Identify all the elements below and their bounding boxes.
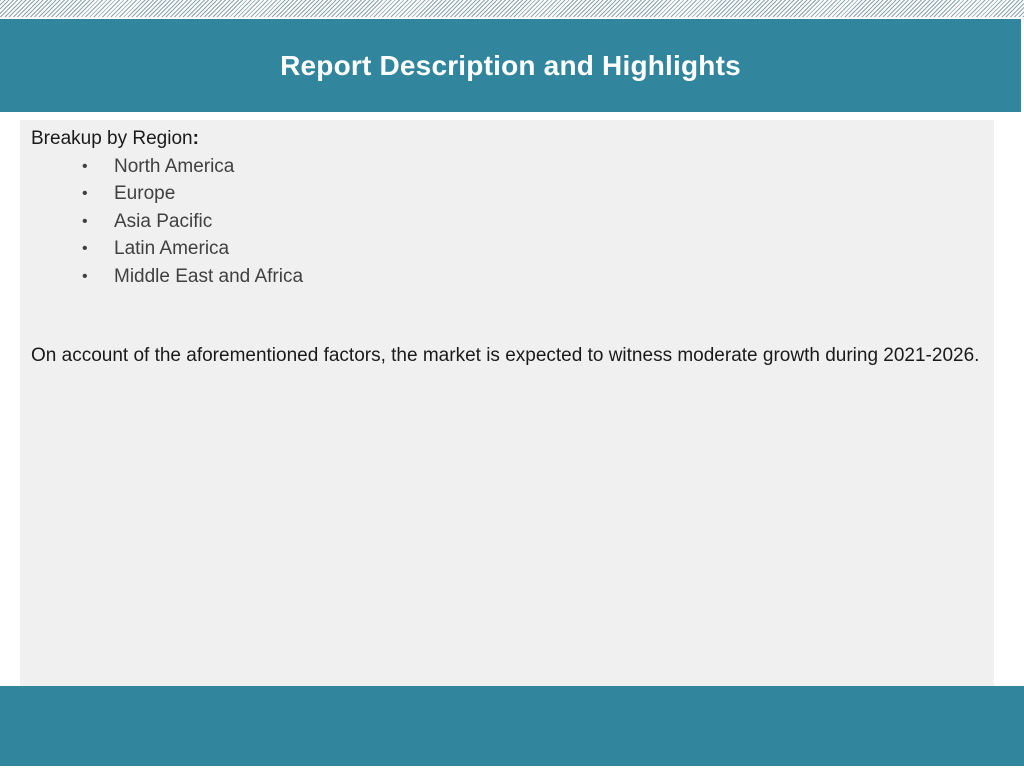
region-label: Middle East and Africa xyxy=(114,265,304,287)
list-item: • Europe xyxy=(78,180,303,207)
list-item: • Asia Pacific xyxy=(78,208,303,235)
bullet-icon: • xyxy=(82,212,88,230)
header-bar: Report Description and Highlights xyxy=(0,19,1021,112)
region-label: North America xyxy=(114,156,235,177)
list-item: • Middle East and Africa xyxy=(78,263,303,290)
region-heading: Breakup by Region: xyxy=(31,128,199,150)
list-item: • Latin America xyxy=(78,235,303,262)
bullet-icon: • xyxy=(82,158,88,175)
region-list: • North America • Europe • Asia Pacific … xyxy=(78,153,303,290)
page-title: Report Description and Highlights xyxy=(280,49,741,81)
region-label: Europe xyxy=(114,183,176,205)
hatch-decoration xyxy=(0,0,1024,17)
region-heading-label: Breakup by Region xyxy=(31,128,193,149)
summary-paragraph: On account of the aforementioned factors… xyxy=(31,345,980,366)
list-item: • North America xyxy=(78,153,303,180)
region-label: Asia Pacific xyxy=(114,210,213,232)
region-label: Latin America xyxy=(114,238,230,260)
region-heading-colon: : xyxy=(192,128,199,149)
content-panel: Breakup by Region: • North America • Eur… xyxy=(20,120,994,686)
bullet-icon: • xyxy=(82,185,88,203)
bullet-icon: • xyxy=(82,240,88,258)
slide: Report Description and Highlights Breaku… xyxy=(0,0,1024,768)
footer-bar xyxy=(0,686,1024,766)
bullet-icon: • xyxy=(82,267,88,285)
